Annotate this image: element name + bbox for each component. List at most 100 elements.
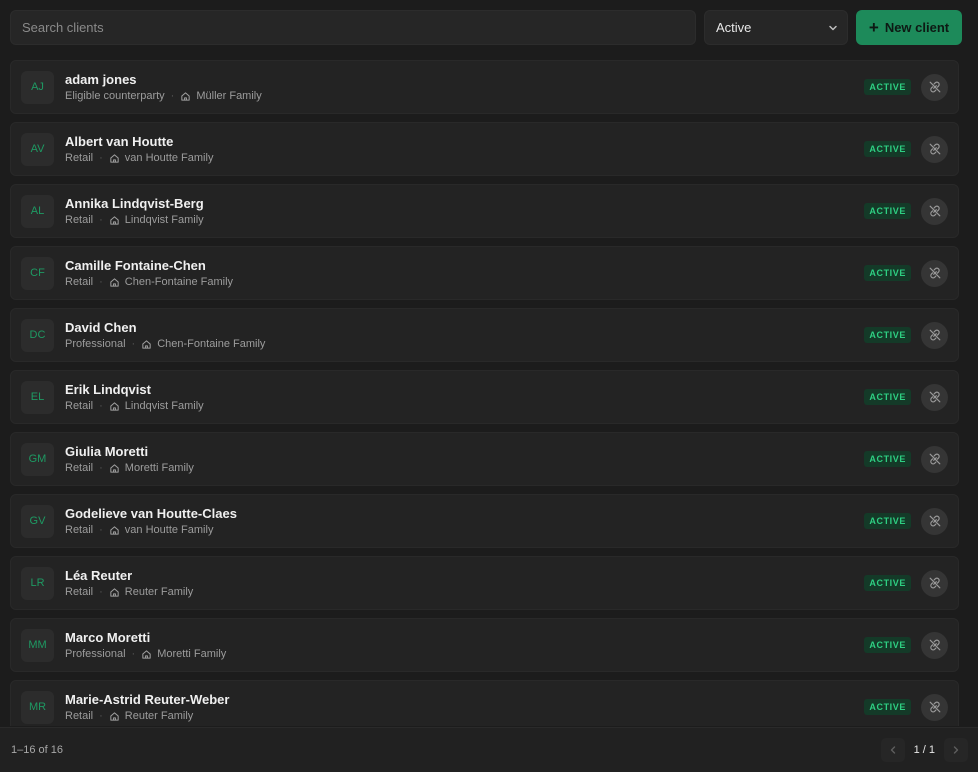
client-name: David Chen (65, 319, 137, 335)
client-name: Léa Reuter (65, 567, 133, 583)
client-info: adam jones Eligible counterparty · Müller F… (65, 72, 864, 103)
home-icon (110, 401, 119, 411)
unlink-button[interactable] (921, 569, 948, 597)
client-row[interactable]: AV Albert van Houtte Retail · van Houtte Fam… (10, 122, 959, 176)
pagination-footer: 1–16 of 16 1 / 1 (0, 727, 978, 772)
client-name: Albert van Houtte (65, 133, 174, 149)
home-icon (110, 153, 119, 163)
client-category: Eligible counterparty (65, 89, 165, 102)
unlink-icon (929, 515, 940, 527)
client-row[interactable]: AJ adam jones Eligible counterparty · Müller… (10, 60, 959, 114)
unlink-button[interactable] (921, 135, 948, 163)
client-info: Erik Lindqvist Retail · Lindqvist Family (65, 382, 864, 413)
client-name: Giulia Moretti (65, 443, 149, 459)
unlink-button[interactable] (921, 197, 948, 225)
client-info: Albert van Houtte Retail · van Houtte Famil… (65, 134, 864, 165)
home-icon (110, 277, 119, 287)
client-row[interactable]: GV Godelieve van Houtte-Claes Retail · van H… (10, 494, 959, 548)
client-name: Annika Lindqvist-Berg (65, 195, 204, 211)
avatar: MR (21, 690, 54, 724)
client-info: Annika Lindqvist-Berg Retail · Lindqvist Fa… (65, 196, 864, 227)
client-row[interactable]: EL Erik Lindqvist Retail · Lindqvist Family A… (10, 370, 959, 424)
home-icon (110, 587, 119, 597)
client-row[interactable]: CF Camille Fontaine-Chen Retail · Chen-Fonta… (10, 246, 959, 300)
status-badge: ACTIVE (864, 389, 911, 405)
home-icon (110, 463, 119, 473)
client-row[interactable]: AL Annika Lindqvist-Berg Retail · Lindqvist … (10, 184, 959, 238)
client-info: Léa Reuter Retail · Reuter Family (65, 568, 864, 599)
status-badge: ACTIVE (864, 575, 911, 591)
unlink-icon (929, 81, 940, 93)
client-category: Retail (65, 585, 94, 598)
avatar: DC (21, 318, 54, 352)
client-category: Professional (65, 647, 126, 660)
home-icon (142, 339, 151, 349)
result-count: 1–16 of 16 (11, 744, 63, 756)
client-meta: Eligible counterparty · Müller Family (65, 89, 864, 103)
unlink-icon (929, 453, 940, 465)
unlink-button[interactable] (921, 383, 948, 411)
client-info: Godelieve van Houtte-Claes Retail · van Hou… (65, 506, 864, 537)
prev-page-button[interactable] (880, 738, 905, 762)
status-badge: ACTIVE (864, 203, 911, 219)
client-row[interactable]: GM Giulia Moretti Retail · Moretti Family ACT… (10, 432, 959, 486)
unlink-button[interactable] (921, 321, 948, 349)
client-name: Marco Moretti (65, 629, 151, 645)
client-name: Camille Fontaine-Chen (65, 257, 206, 273)
avatar: AJ (21, 70, 54, 104)
avatar: CF (21, 256, 54, 290)
client-row[interactable]: DC David Chen Professional · Chen-Fontaine F… (10, 308, 959, 362)
unlink-button[interactable] (921, 259, 948, 287)
client-info: Marie-Astrid Reuter-Weber Retail · Reuter F… (65, 692, 864, 723)
client-family: Reuter Family (124, 709, 194, 722)
new-client-button[interactable]: + New client (856, 10, 962, 45)
status-badge: ACTIVE (864, 451, 911, 467)
status-badge: ACTIVE (864, 513, 911, 529)
client-family: Moretti Family (157, 647, 227, 660)
unlink-button[interactable] (921, 73, 948, 101)
unlink-button[interactable] (921, 631, 948, 659)
client-family: Müller Family (196, 89, 262, 102)
avatar: AV (21, 132, 54, 166)
home-icon (142, 649, 151, 659)
client-meta: Retail · Chen-Fontaine Family (65, 275, 864, 289)
page-indicator: 1 / 1 (913, 744, 935, 756)
search-input[interactable] (10, 10, 696, 45)
separator-dot: · (99, 151, 103, 164)
client-meta: Retail · van Houtte Family (65, 151, 864, 165)
client-row[interactable]: MM Marco Moretti Professional · Moretti Fami… (10, 618, 959, 672)
client-info: David Chen Professional · Chen-Fontaine Fam… (65, 320, 864, 351)
client-meta: Professional · Moretti Family (65, 647, 864, 661)
client-meta: Retail · Moretti Family (65, 461, 864, 475)
client-name: adam jones (65, 71, 137, 87)
avatar: MM (21, 628, 54, 662)
chevron-left-icon (890, 746, 895, 754)
client-family: Chen-Fontaine Family (157, 337, 266, 350)
separator-dot: · (99, 709, 103, 722)
unlink-icon (929, 639, 940, 651)
client-meta: Retail · Reuter Family (65, 709, 864, 723)
client-category: Professional (65, 337, 126, 350)
client-family: Lindqvist Family (124, 213, 204, 226)
home-icon (110, 215, 119, 225)
client-row[interactable]: LR Léa Reuter Retail · Reuter Family ACTIVE (10, 556, 959, 610)
next-page-button[interactable] (944, 738, 968, 762)
unlink-icon (929, 143, 940, 155)
separator-dot: · (99, 523, 103, 536)
client-category: Retail (65, 151, 94, 164)
client-category: Retail (65, 213, 94, 226)
client-row[interactable]: MR Marie-Astrid Reuter-Weber Retail · Reuter… (10, 680, 959, 726)
toolbar: Active + New client (10, 10, 962, 46)
status-filter-select[interactable]: Active (704, 10, 848, 45)
separator-dot: · (99, 275, 103, 288)
unlink-icon (929, 329, 940, 341)
avatar: AL (21, 194, 54, 228)
status-badge: ACTIVE (864, 699, 911, 715)
avatar: EL (21, 380, 54, 414)
unlink-icon (929, 267, 940, 279)
unlink-button[interactable] (921, 693, 948, 721)
unlink-icon (929, 701, 940, 713)
unlink-button[interactable] (921, 507, 948, 535)
unlink-button[interactable] (921, 445, 948, 473)
client-category: Retail (65, 709, 94, 722)
